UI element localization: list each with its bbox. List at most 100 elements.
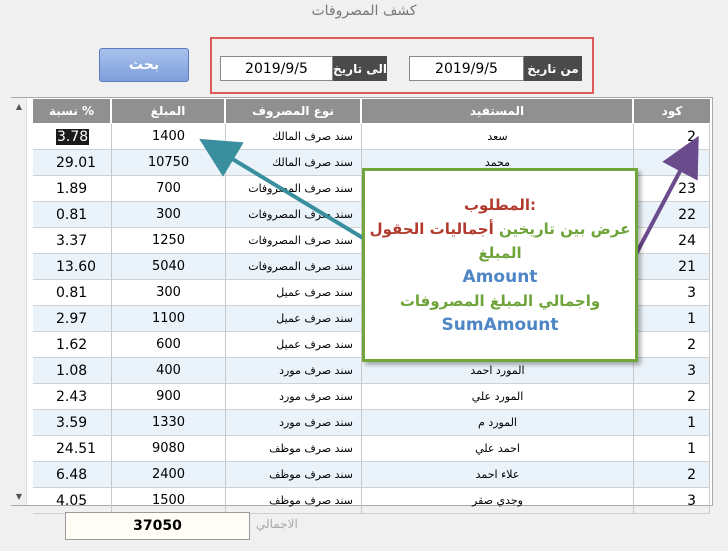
cell-beneficiary[interactable]: علاء احمد xyxy=(362,462,634,488)
cell-percent[interactable]: 24.51 xyxy=(33,436,112,462)
cell-expense-type[interactable]: سند صرف عميل xyxy=(226,306,362,332)
cell-code[interactable]: 3 xyxy=(634,488,710,514)
cell-amount[interactable]: 900 xyxy=(112,384,226,410)
header-percent[interactable]: نسبة % xyxy=(33,99,111,123)
cell-beneficiary-text: احمد علي xyxy=(475,442,520,455)
header-expense-type[interactable]: نوع المصروف xyxy=(226,99,361,123)
cell-beneficiary[interactable]: المورد علي xyxy=(362,384,634,410)
vertical-scrollbar[interactable] xyxy=(11,98,27,505)
cell-amount[interactable]: 600 xyxy=(112,332,226,358)
cell-code[interactable]: 21 xyxy=(634,254,710,280)
cell-percent[interactable]: 1.62 xyxy=(33,332,112,358)
cell-beneficiary[interactable]: سعد xyxy=(362,124,634,150)
cell-expense-type[interactable]: سند صرف مورد xyxy=(226,410,362,436)
cell-code[interactable]: 1 xyxy=(634,410,710,436)
cell-code[interactable]: 1 xyxy=(634,150,710,176)
header-beneficiary[interactable]: المستفيد xyxy=(362,99,633,123)
header-code[interactable]: كود xyxy=(634,99,710,123)
cell-percent[interactable]: 1.89 xyxy=(33,176,112,202)
cell-percent[interactable]: 2.97 xyxy=(33,306,112,332)
cell-beneficiary-text: المورد م xyxy=(478,416,517,429)
cell-amount[interactable]: 1400 xyxy=(112,124,226,150)
cell-code[interactable]: 2 xyxy=(634,384,710,410)
cell-percent[interactable]: 4.05 xyxy=(33,488,112,514)
cell-amount[interactable]: 9080 xyxy=(112,436,226,462)
cell-amount[interactable]: 700 xyxy=(112,176,226,202)
cell-amount[interactable]: 1250 xyxy=(112,228,226,254)
cell-percent[interactable]: 2.43 xyxy=(33,384,112,410)
to-date-input[interactable]: 2019/9/5 xyxy=(220,56,333,81)
cell-percent-text: 0.81 xyxy=(56,206,88,223)
cell-expense-type[interactable]: سند صرف مورد xyxy=(226,358,362,384)
cell-percent[interactable]: 0.81 xyxy=(33,202,112,228)
cell-amount-text: 400 xyxy=(156,363,181,378)
cell-amount[interactable]: 300 xyxy=(112,280,226,306)
cell-percent-text: 1.08 xyxy=(56,362,88,379)
cell-expense-type[interactable]: سند صرف عميل xyxy=(226,280,362,306)
cell-percent[interactable]: 3.37 xyxy=(33,228,112,254)
cell-percent[interactable]: 13.60 xyxy=(33,254,112,280)
cell-code[interactable]: 3 xyxy=(634,280,710,306)
cell-expense-type[interactable]: سند صرف موظف xyxy=(226,488,362,514)
cell-amount-text: 900 xyxy=(156,389,181,404)
cell-amount[interactable]: 1100 xyxy=(112,306,226,332)
cell-code[interactable]: 24 xyxy=(634,228,710,254)
cell-expense-type[interactable]: سند صرف المالك xyxy=(226,150,362,176)
cell-code[interactable]: 3 xyxy=(634,358,710,384)
cell-percent[interactable]: 1.08 xyxy=(33,358,112,384)
cell-amount[interactable]: 10750 xyxy=(112,150,226,176)
cell-expense-type[interactable]: سند صرف المصروفات xyxy=(226,202,362,228)
cell-amount[interactable]: 400 xyxy=(112,358,226,384)
cell-percent[interactable]: 6.48 xyxy=(33,462,112,488)
cell-percent-text: 29.01 xyxy=(56,154,97,171)
cell-percent-text: 13.60 xyxy=(56,258,97,275)
cell-expense-type-text: سند صرف موظف xyxy=(269,494,353,507)
from-date-input[interactable]: 2019/9/5 xyxy=(409,56,524,81)
cell-amount[interactable]: 1500 xyxy=(112,488,226,514)
cell-percent-text: 24.51 xyxy=(56,440,97,457)
cell-code[interactable]: 2 xyxy=(634,332,710,358)
scroll-up-icon[interactable]: ▲ xyxy=(13,100,25,112)
cell-amount-text: 300 xyxy=(156,285,181,300)
cell-beneficiary[interactable]: وجدي صقر xyxy=(362,488,634,514)
cell-percent-text: 4.05 xyxy=(56,492,88,509)
cell-expense-type[interactable]: سند صرف المصروفات xyxy=(226,228,362,254)
cell-beneficiary[interactable]: المورد م xyxy=(362,410,634,436)
cell-expense-type[interactable]: سند صرف موظف xyxy=(226,436,362,462)
note-line-4: Amount xyxy=(462,267,538,287)
total-amount-field[interactable]: 37050 xyxy=(65,512,250,540)
cell-amount-text: 1400 xyxy=(151,129,186,144)
cell-amount[interactable]: 2400 xyxy=(112,462,226,488)
cell-percent[interactable]: 3.78 xyxy=(33,124,112,150)
cell-amount[interactable]: 300 xyxy=(112,202,226,228)
cell-code[interactable]: 22 xyxy=(634,202,710,228)
cell-beneficiary[interactable]: احمد علي xyxy=(362,436,634,462)
cell-code[interactable]: 2 xyxy=(634,462,710,488)
cell-expense-type[interactable]: سند صرف المصروفات xyxy=(226,254,362,280)
cell-expense-type[interactable]: سند صرف مورد xyxy=(226,384,362,410)
cell-expense-type[interactable]: سند صرف المالك xyxy=(226,124,362,150)
cell-amount[interactable]: 5040 xyxy=(112,254,226,280)
cell-code-text: 1 xyxy=(687,440,696,457)
cell-code[interactable]: 1 xyxy=(634,436,710,462)
cell-beneficiary-text: سعد xyxy=(487,130,508,143)
cell-percent[interactable]: 3.59 xyxy=(33,410,112,436)
cell-code[interactable]: 1 xyxy=(634,306,710,332)
cell-amount-text: 1100 xyxy=(151,311,186,326)
cell-percent[interactable]: 0.81 xyxy=(33,280,112,306)
cell-code-text: 3 xyxy=(687,492,696,509)
cell-code[interactable]: 23 xyxy=(634,176,710,202)
cell-expense-type[interactable]: سند صرف المصروفات xyxy=(226,176,362,202)
cell-expense-type[interactable]: سند صرف عميل xyxy=(226,332,362,358)
annotation-note: المطلوب: عرض بين تاريخين أجماليات الحقول… xyxy=(362,168,638,362)
cell-percent-text: 0.81 xyxy=(56,284,88,301)
cell-amount-text: 2400 xyxy=(151,467,186,482)
scroll-down-icon[interactable]: ▼ xyxy=(13,490,25,502)
cell-percent[interactable]: 29.01 xyxy=(33,150,112,176)
from-date-label: من تاريخ xyxy=(524,56,582,81)
header-amount[interactable]: المبلغ xyxy=(112,99,225,123)
search-button[interactable]: بحث xyxy=(99,48,189,82)
cell-expense-type[interactable]: سند صرف موظف xyxy=(226,462,362,488)
cell-code[interactable]: 2 xyxy=(634,124,710,150)
cell-amount[interactable]: 1330 xyxy=(112,410,226,436)
